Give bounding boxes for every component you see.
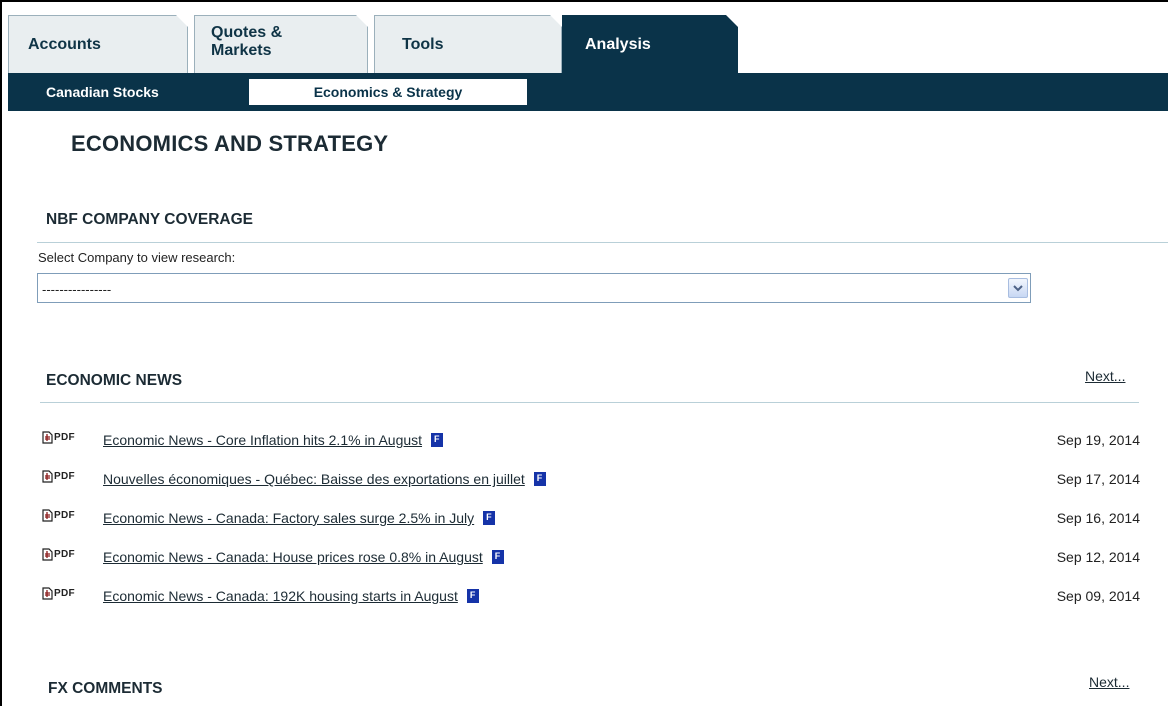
lang-badge-label: F	[486, 512, 492, 522]
news-link[interactable]: Economic News - Canada: 192K housing sta…	[103, 588, 458, 604]
news-link[interactable]: Economic News - Core Inflation hits 2.1%…	[103, 432, 422, 448]
french-document-icon[interactable]: F	[533, 472, 546, 486]
company-select[interactable]: ----------------	[37, 273, 1031, 303]
lang-badge-label: F	[494, 551, 501, 561]
news-link[interactable]: Nouvelles économiques - Québec: Baisse d…	[103, 471, 525, 487]
tab-accounts-label: Accounts	[28, 36, 101, 53]
chevron-down-icon[interactable]	[1008, 278, 1028, 298]
tab-accounts[interactable]: Accounts	[8, 15, 188, 73]
page-title: ECONOMICS AND STRATEGY	[71, 131, 389, 156]
french-document-icon[interactable]: F	[431, 433, 444, 447]
list-item: PDF Nouvelles économiques - Québec: Bais…	[42, 469, 1142, 508]
company-select-value: ----------------	[42, 282, 112, 297]
news-date: Sep 17, 2014	[1056, 471, 1140, 487]
company-coverage-heading: NBF COMPANY COVERAGE	[46, 211, 253, 228]
subnav-canadian-stocks[interactable]: Canadian Stocks	[46, 79, 159, 105]
pdf-label: PDF	[54, 549, 75, 560]
tab-tools-label: Tools	[402, 36, 444, 53]
fx-comments-heading: FX COMMENTS	[48, 680, 163, 697]
tab-tools[interactable]: Tools	[374, 15, 562, 73]
news-link[interactable]: Economic News - Canada: Factory sales su…	[103, 510, 474, 526]
fx-comments-next-link[interactable]: Next...	[1089, 674, 1129, 690]
news-date: Sep 19, 2014	[1056, 432, 1140, 448]
lang-badge-label: F	[434, 434, 440, 444]
pdf-label: PDF	[54, 471, 75, 482]
pdf-label: PDF	[54, 510, 75, 521]
pdf-icon[interactable]: PDF	[42, 548, 75, 561]
lang-badge-label: F	[536, 473, 543, 483]
tab-quotes-markets-label: Quotes & Markets	[211, 24, 283, 59]
news-link[interactable]: Economic News - Canada: House prices ros…	[103, 549, 483, 565]
section-divider	[40, 402, 1139, 403]
french-document-icon[interactable]: F	[483, 511, 496, 525]
pdf-icon[interactable]: PDF	[42, 431, 75, 444]
sub-navigation: Canadian Stocks Economics & Strategy	[8, 73, 1168, 111]
pdf-icon[interactable]: PDF	[42, 509, 75, 522]
list-item: PDF Economic News - Canada: House prices…	[42, 547, 1142, 586]
pdf-icon[interactable]: PDF	[42, 470, 75, 483]
economic-news-heading: ECONOMIC NEWS	[46, 372, 183, 389]
list-item: PDF Economic News - Core Inflation hits …	[42, 430, 1142, 469]
pdf-icon[interactable]: PDF	[42, 587, 75, 600]
main-tab-bar: Accounts Quotes & Markets Tools Analysis	[8, 15, 1168, 73]
tab-analysis-label: Analysis	[585, 36, 651, 53]
news-date: Sep 09, 2014	[1056, 588, 1140, 604]
french-document-icon[interactable]: F	[466, 589, 479, 603]
economic-news-next-link[interactable]: Next...	[1085, 368, 1125, 384]
tab-analysis[interactable]: Analysis	[562, 15, 738, 73]
company-select-label: Select Company to view research:	[38, 250, 236, 265]
section-divider	[37, 242, 1168, 243]
tab-quotes-markets[interactable]: Quotes & Markets	[194, 15, 368, 73]
subnav-economics-strategy[interactable]: Economics & Strategy	[249, 79, 527, 105]
news-date: Sep 16, 2014	[1056, 510, 1140, 526]
list-item: PDF Economic News - Canada: 192K housing…	[42, 586, 1142, 625]
list-item: PDF Economic News - Canada: Factory sale…	[42, 508, 1142, 547]
lang-badge-label: F	[469, 590, 476, 600]
pdf-label: PDF	[54, 588, 75, 599]
french-document-icon[interactable]: F	[491, 550, 504, 564]
pdf-label: PDF	[54, 432, 75, 443]
news-date: Sep 12, 2014	[1056, 549, 1140, 565]
economic-news-list: PDF Economic News - Core Inflation hits …	[42, 430, 1142, 625]
